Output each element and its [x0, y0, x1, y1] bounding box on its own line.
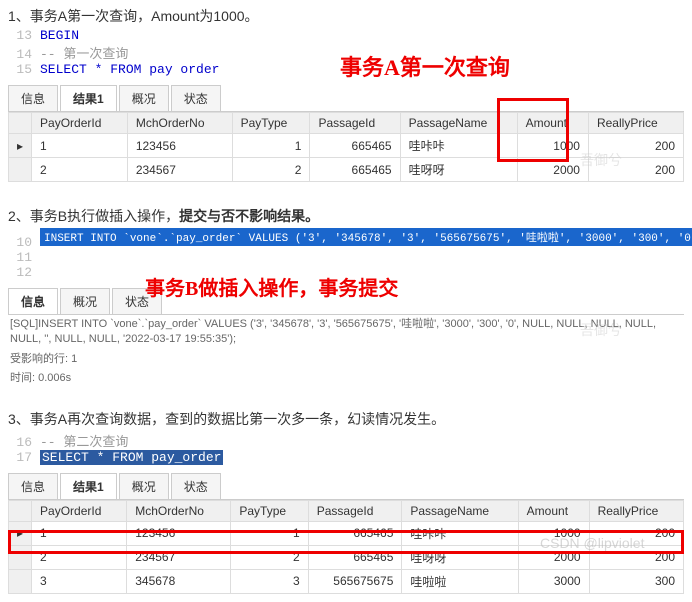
- sql-insert-highlight: INSERT INTO `vone`.`pay_order` VALUES ('…: [40, 228, 692, 246]
- tab-info[interactable]: 信息: [8, 473, 58, 499]
- table-header-row: PayOrderIdMchOrderNoPayTypePassageIdPass…: [9, 113, 684, 134]
- result-table-1[interactable]: PayOrderIdMchOrderNoPayTypePassageIdPass…: [8, 112, 684, 182]
- tab-profile[interactable]: 概况: [119, 85, 169, 111]
- table-row[interactable]: ▸11234561665465哇咔咔1000200: [9, 134, 684, 158]
- tab-result1[interactable]: 结果1: [60, 85, 117, 111]
- section3-title: 3、事务A再次查询数据，查到的数据比第一次多一条，幻读情况发生。: [0, 403, 692, 431]
- sql-select-highlight: SELECT * FROM pay_order: [40, 450, 223, 465]
- annotation-red-2: 事务B做插入操作，事务提交: [145, 272, 398, 301]
- log-line-2: 受影响的行: 1: [0, 350, 692, 369]
- code-block-3: 16-- 第二次查询 17SELECT * FROM pay_order: [0, 431, 692, 469]
- tabs-3: 信息 结果1 概况 状态: [8, 473, 684, 500]
- log-line-1: [SQL]INSERT INTO `vone`.`pay_order` VALU…: [0, 315, 692, 350]
- tab-info[interactable]: 信息: [8, 288, 58, 314]
- table-row[interactable]: 22345672665465哇呀呀2000200: [9, 158, 684, 182]
- section2-title: 2、事务B执行做插入操作，提交与否不影响结果。: [0, 200, 692, 228]
- red-highlight-box-1: [497, 98, 569, 162]
- table-row[interactable]: 33456783565675675哇啦啦3000300: [9, 569, 684, 593]
- annotation-red-1: 事务A第一次查询: [340, 50, 510, 82]
- tabs-1: 信息 结果1 概况 状态: [8, 85, 684, 112]
- tab-info[interactable]: 信息: [8, 85, 58, 111]
- tab-profile[interactable]: 概况: [119, 473, 169, 499]
- tab-status[interactable]: 状态: [171, 85, 221, 111]
- log-line-3: 时间: 0.006s: [0, 369, 692, 388]
- tab-profile[interactable]: 概况: [60, 288, 110, 314]
- csdn-watermark: CSDN @lipviolet: [540, 535, 644, 551]
- tab-status[interactable]: 状态: [171, 473, 221, 499]
- tab-result1[interactable]: 结果1: [60, 473, 117, 499]
- table-header-row: PayOrderIdMchOrderNoPayTypePassageIdPass…: [9, 500, 684, 521]
- section1-title: 1、事务A第一次查询，Amount为1000。: [0, 0, 692, 28]
